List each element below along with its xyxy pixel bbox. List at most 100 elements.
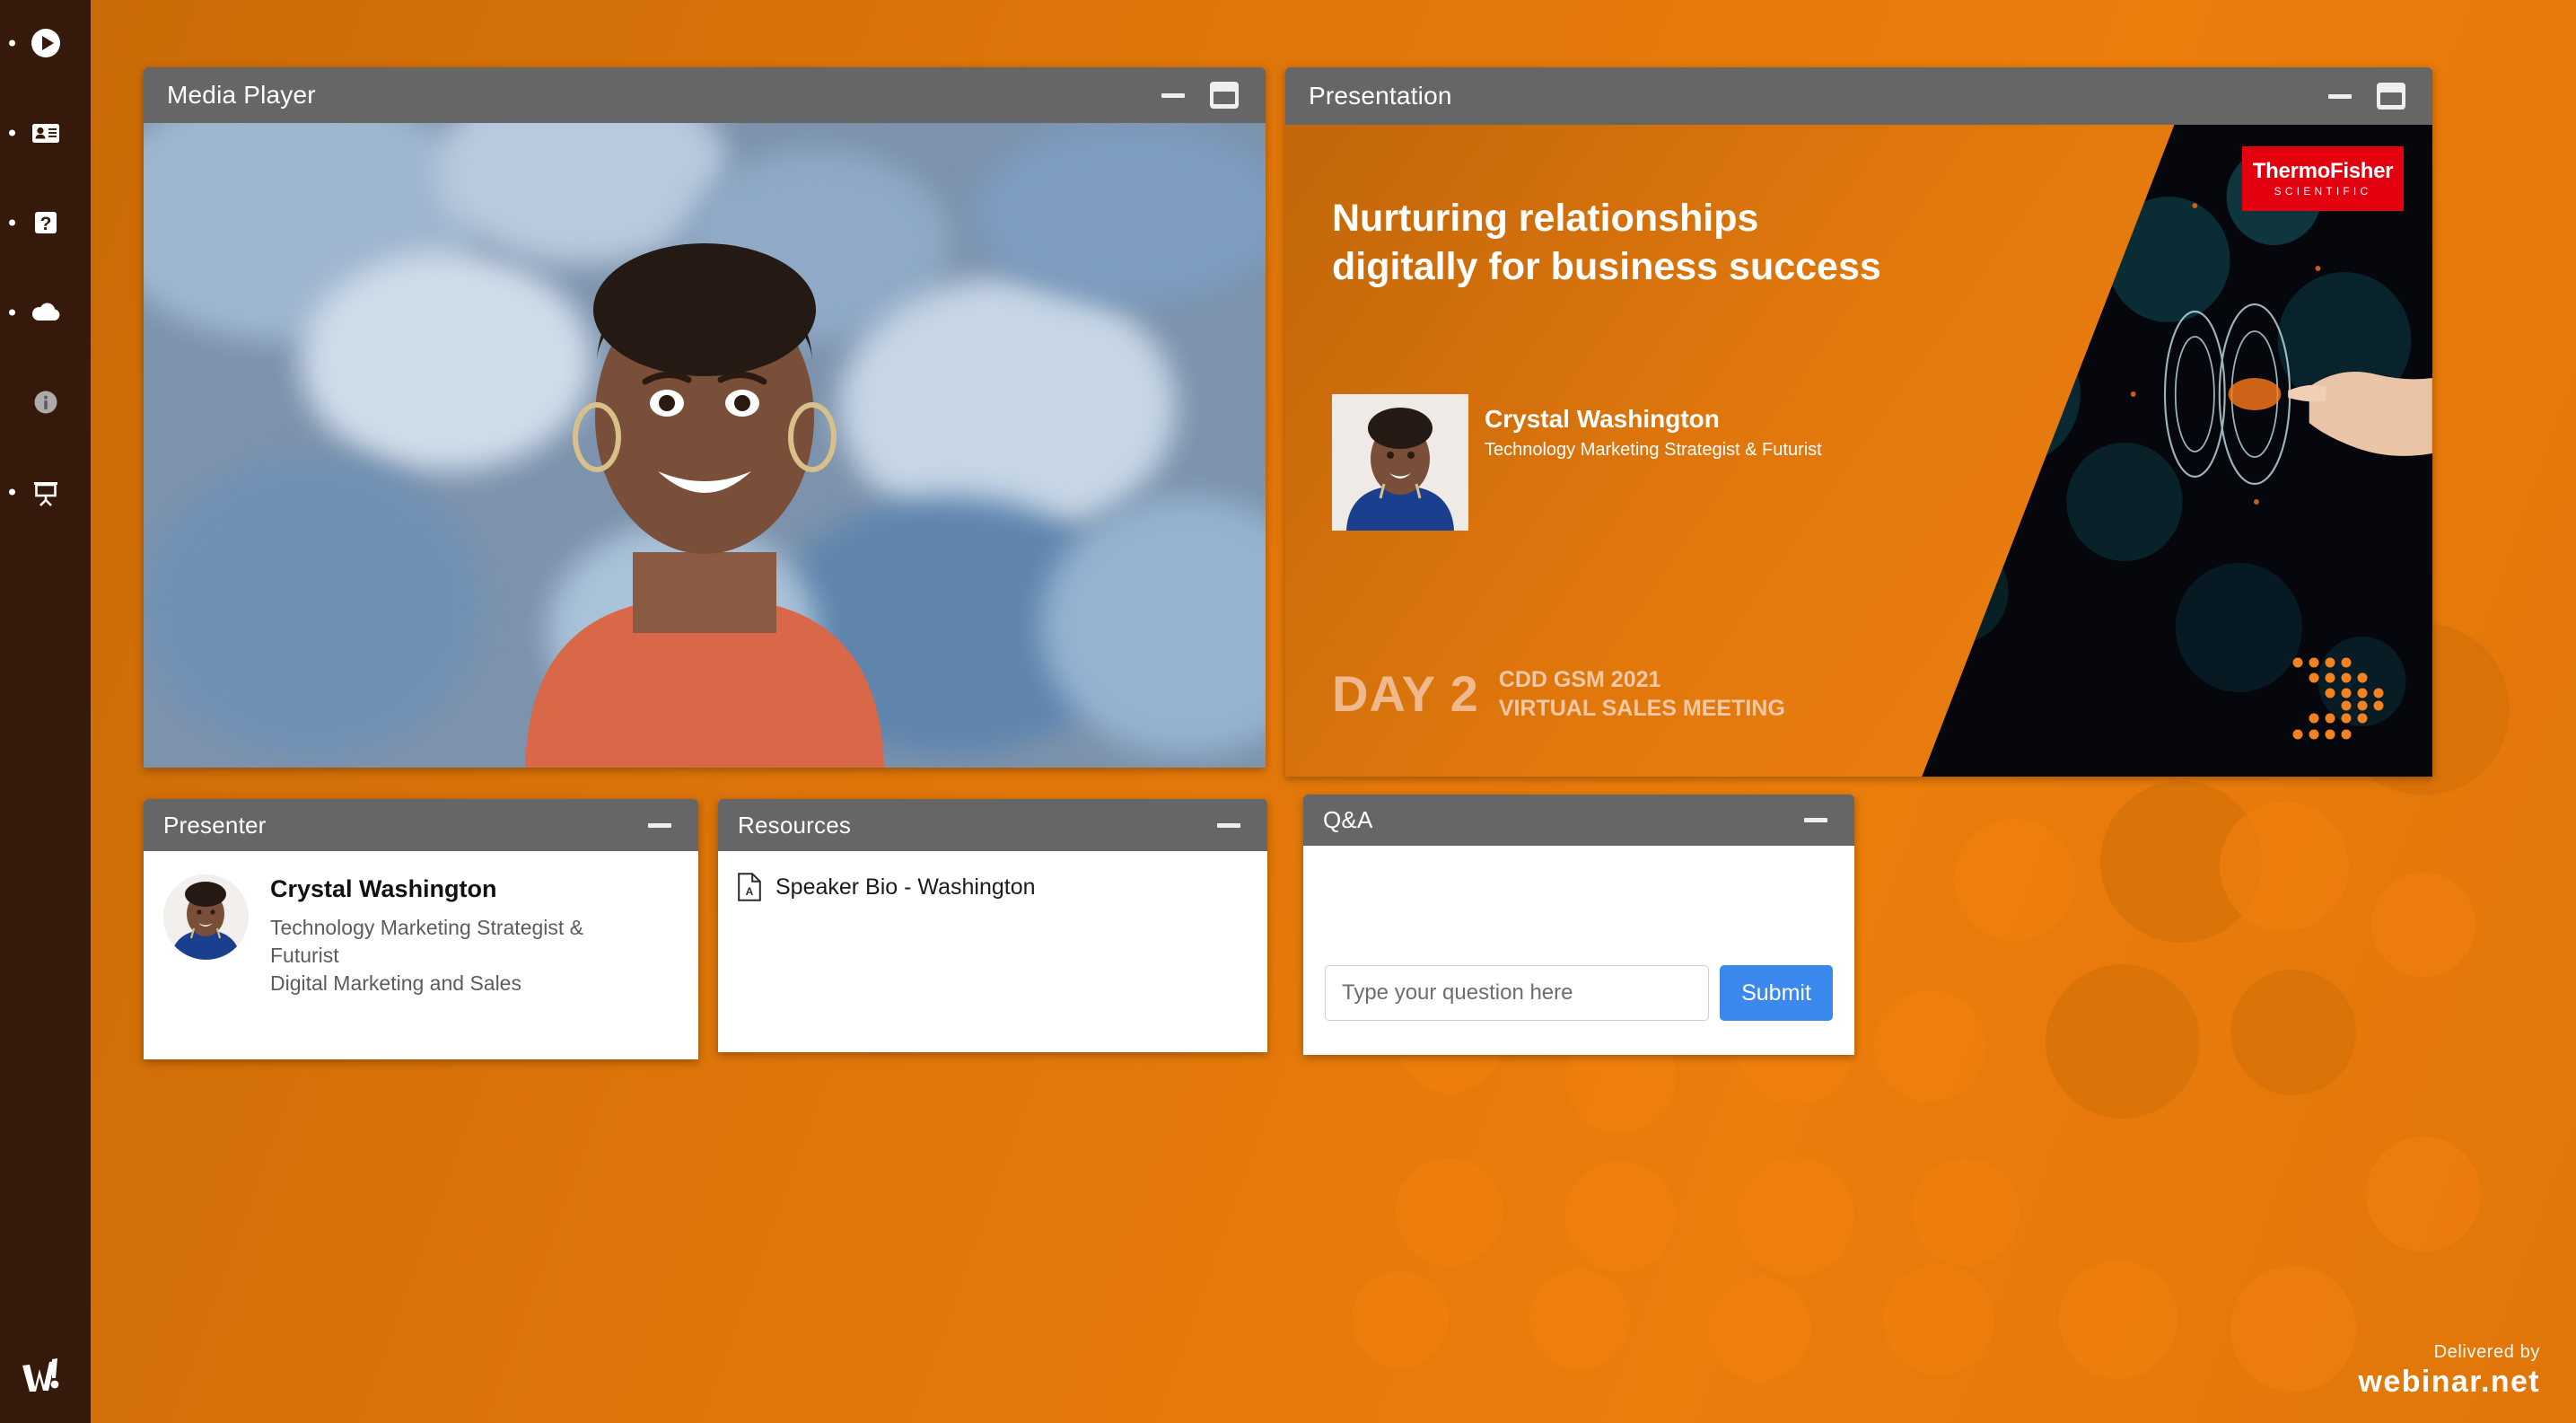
- resources-window-controls: [1217, 799, 1267, 851]
- qa-window-controls: [1804, 795, 1854, 846]
- background-circle: [1707, 1277, 1811, 1381]
- background-circle: [1352, 1271, 1449, 1368]
- slide-day-label: DAY 2: [1332, 665, 1479, 722]
- background-circle: [2371, 873, 2475, 977]
- background-circle: [2220, 802, 2349, 931]
- avatar: [163, 874, 249, 960]
- sidebar-item-presentation[interactable]: [0, 465, 91, 519]
- presentation-slide[interactable]: 2021 Nurturing relationships digitally f…: [1285, 125, 2432, 777]
- presenter-role-block: Technology Marketing Strategist & Futuri…: [270, 914, 583, 997]
- sidebar-item-resources[interactable]: [0, 285, 91, 339]
- delivered-by-label: Delivered by: [2433, 1342, 2540, 1362]
- platform-name: webinar.net: [2358, 1365, 2540, 1399]
- thermofisher-logo-name: ThermoFisher: [2252, 159, 2394, 183]
- presenter-role-line-1: Technology Marketing Strategist &: [270, 916, 584, 940]
- submit-button[interactable]: Submit: [1720, 965, 1833, 1021]
- active-dot-indicator: [9, 309, 15, 316]
- background-circle: [1736, 1157, 1854, 1276]
- maximize-window-icon[interactable]: [1210, 82, 1239, 109]
- background-circle: [1564, 1161, 1676, 1272]
- webinar-console: ? Media Player Presentation Nurturing re…: [0, 0, 2576, 1423]
- minimize-icon[interactable]: [1217, 822, 1240, 828]
- presenter-video-figure: [525, 243, 884, 768]
- maximize-window-icon[interactable]: [2377, 83, 2405, 110]
- platform-branding: Delivered by webinar.net: [2359, 1342, 2540, 1400]
- svg-text:A: A: [746, 885, 754, 898]
- media-player-header: Media Player: [144, 67, 1266, 123]
- presenter-header: Presenter: [144, 799, 698, 851]
- presentation-window-controls: [2328, 67, 2432, 125]
- resources-body: A Speaker Bio - Washington: [718, 851, 1267, 1052]
- thermofisher-logo-tagline: SCIENTIFIC: [2274, 185, 2372, 198]
- presentation-screen-icon: [33, 482, 57, 506]
- resources-header: Resources: [718, 799, 1267, 851]
- presenter-role-line-2: Futurist: [270, 944, 339, 968]
- background-circle: [1912, 1158, 2020, 1266]
- qa-message-list: [1325, 846, 1833, 971]
- list-item[interactable]: A Speaker Bio - Washington: [738, 873, 1248, 901]
- presenter-body: Crystal Washington Technology Marketing …: [144, 851, 698, 1059]
- sidebar-item-qa[interactable]: ?: [0, 196, 91, 250]
- background-circle: [1874, 990, 1985, 1102]
- slide-speaker-role: Technology Marketing Strategist & Futuri…: [1485, 440, 1822, 461]
- slide-event-line-2: VIRTUAL SALES MEETING: [1498, 695, 1785, 721]
- resource-label: Speaker Bio - Washington: [775, 874, 1036, 900]
- sidebar-item-presenter[interactable]: [0, 106, 91, 160]
- qa-input-row: Submit: [1325, 965, 1833, 1021]
- sidebar-item-media-player[interactable]: [0, 16, 91, 70]
- active-dot-indicator: [9, 219, 15, 226]
- background-circle: [2230, 1266, 2356, 1392]
- minimize-icon[interactable]: [1161, 92, 1185, 98]
- slide-event-lines: CDD GSM 2021 VIRTUAL SALES MEETING: [1499, 665, 1785, 723]
- slide-title: Nurturing relationships digitally for bu…: [1332, 197, 1881, 288]
- background-circle: [1954, 819, 2076, 941]
- media-player-window-controls: [1161, 67, 1266, 123]
- presenter-window-controls: [648, 799, 698, 851]
- qa-title: Q&A: [1323, 806, 1373, 833]
- sidebar-item-info[interactable]: [0, 375, 91, 429]
- presenter-department: Digital Marketing and Sales: [270, 971, 521, 996]
- presenter-title: Presenter: [163, 811, 267, 839]
- background-circle: [1883, 1264, 1994, 1375]
- media-player-title: Media Player: [167, 81, 316, 109]
- minimize-icon[interactable]: [1804, 818, 1827, 822]
- qa-body: Submit: [1303, 846, 1854, 1055]
- question-mark-icon: ?: [34, 212, 57, 234]
- thermofisher-logo: ThermoFisher SCIENTIFIC: [2242, 146, 2404, 211]
- slide-dot-matrix-numeral: [2282, 655, 2389, 746]
- svg-text:?: ?: [39, 214, 51, 234]
- slide-day-block: DAY 2 CDD GSM 2021 VIRTUAL SALES MEETING: [1332, 664, 1785, 723]
- slide-speaker-info: Crystal Washington Technology Marketing …: [1485, 403, 1822, 461]
- presentation-header: Presentation: [1285, 67, 2432, 125]
- resources-panel: Resources A Speaker Bio - Washington: [718, 799, 1267, 1052]
- slide-event-line-1: CDD GSM 2021: [1498, 666, 1661, 692]
- slide-speaker-name: Crystal Washington: [1485, 405, 1720, 433]
- minimize-icon[interactable]: [2328, 93, 2352, 99]
- presenter-name: Crystal Washington: [270, 875, 497, 902]
- background-circle: [2059, 1260, 2177, 1379]
- presenter-details: Crystal Washington Technology Marketing …: [270, 874, 583, 1059]
- qa-panel: Q&A Submit: [1303, 795, 1854, 1055]
- info-circle-icon: [34, 391, 57, 414]
- media-player-video[interactable]: [144, 123, 1266, 768]
- webinar-w-logo: [22, 1358, 59, 1392]
- media-player-panel: Media Player: [144, 67, 1266, 768]
- cloud-icon: [31, 303, 59, 321]
- background-circle: [2230, 970, 2356, 1095]
- id-card-icon: [31, 124, 59, 143]
- play-circle-icon: [31, 29, 60, 57]
- active-dot-indicator: [9, 488, 15, 496]
- minimize-icon[interactable]: [648, 822, 671, 828]
- background-circle: [2046, 964, 2200, 1119]
- question-input[interactable]: [1325, 965, 1709, 1021]
- pdf-file-icon: A: [738, 873, 761, 901]
- presentation-title: Presentation: [1309, 82, 1452, 110]
- presenter-panel: Presenter Crystal Washington Technology …: [144, 799, 698, 1059]
- qa-header: Q&A: [1303, 795, 1854, 846]
- sidebar: ?: [0, 0, 91, 1423]
- active-dot-indicator: [9, 129, 15, 136]
- background-circle: [1396, 1158, 1503, 1266]
- active-dot-indicator: [9, 40, 15, 47]
- background-circle: [2366, 1137, 2481, 1252]
- resources-title: Resources: [738, 811, 852, 839]
